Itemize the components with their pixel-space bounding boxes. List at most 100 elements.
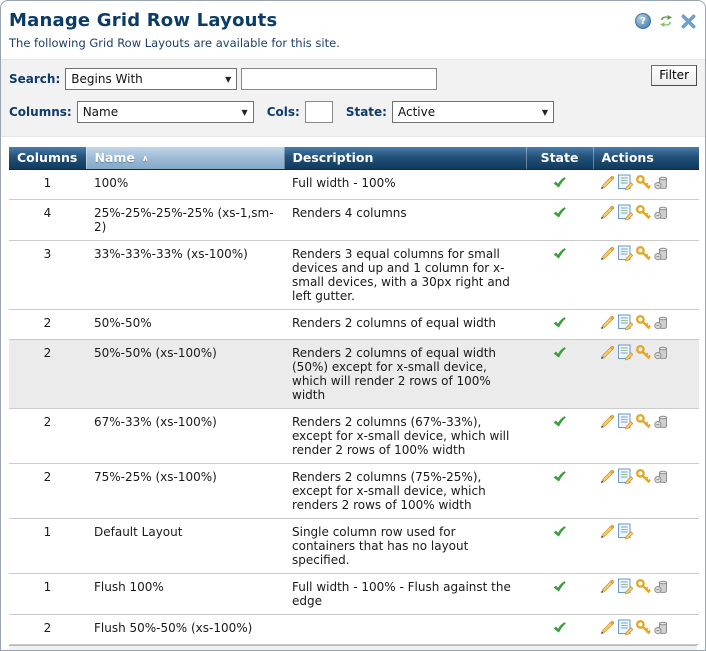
edit-icon[interactable] — [599, 174, 616, 194]
row-name: 50%-50% — [86, 309, 284, 339]
state-active-check-icon — [552, 524, 567, 542]
row-columns-count: 2 — [9, 408, 86, 463]
edit-icon[interactable] — [599, 619, 616, 639]
row-name: 25%-25%-25%-25% (xs-1,sm-2) — [86, 199, 284, 240]
row-description: Renders 2 columns of equal width (50%) e… — [284, 339, 526, 408]
cols-label: Cols: — [267, 105, 300, 119]
cols-input[interactable] — [305, 101, 333, 123]
table-row: 1Flush 100%Full width - 100% - Flush aga… — [9, 573, 699, 614]
state-select[interactable]: Active ▼ — [392, 101, 554, 123]
columns-select-value: Name — [83, 105, 118, 119]
key-icon[interactable] — [635, 468, 652, 488]
details-icon[interactable] — [617, 245, 634, 265]
details-icon[interactable] — [617, 619, 634, 639]
row-description — [284, 614, 526, 644]
delete-icon[interactable] — [653, 578, 670, 598]
edit-icon[interactable] — [599, 245, 616, 265]
edit-icon[interactable] — [599, 578, 616, 598]
table-row: 250%-50%Renders 2 columns of equal width — [9, 309, 699, 339]
row-state — [526, 573, 593, 614]
row-description: Renders 3 equal columns for small device… — [284, 240, 526, 309]
key-icon[interactable] — [635, 413, 652, 433]
column-header-name[interactable]: Name∧ — [86, 147, 284, 169]
row-name: 50%-50% (xs-100%) — [86, 339, 284, 408]
row-columns-count: 2 — [9, 614, 86, 644]
edit-icon[interactable] — [599, 523, 616, 543]
edit-icon[interactable] — [599, 204, 616, 224]
delete-icon[interactable] — [653, 619, 670, 639]
dialog-header: Manage Grid Row Layouts The following Gr… — [1, 1, 705, 50]
row-columns-count: 2 — [9, 339, 86, 408]
row-state — [526, 463, 593, 518]
row-actions — [593, 573, 699, 614]
edit-icon[interactable] — [599, 413, 616, 433]
state-active-check-icon — [552, 246, 567, 264]
edit-icon[interactable] — [599, 468, 616, 488]
row-columns-count: 3 — [9, 240, 86, 309]
row-name: 67%-33% (xs-100%) — [86, 408, 284, 463]
details-icon[interactable] — [617, 578, 634, 598]
help-icon[interactable]: ? — [635, 13, 651, 29]
delete-icon[interactable] — [653, 174, 670, 194]
row-actions — [593, 309, 699, 339]
key-icon[interactable] — [635, 314, 652, 334]
row-state — [526, 240, 593, 309]
row-columns-count: 1 — [9, 573, 86, 614]
row-state — [526, 199, 593, 240]
key-icon[interactable] — [635, 245, 652, 265]
key-icon[interactable] — [635, 344, 652, 364]
row-columns-count: 4 — [9, 199, 86, 240]
row-actions — [593, 408, 699, 463]
row-actions — [593, 199, 699, 240]
search-operator-select[interactable]: Begins With ▼ — [65, 68, 237, 90]
row-description: Renders 2 columns (67%-33%), except for … — [284, 408, 526, 463]
chevron-down-icon: ▼ — [242, 108, 248, 117]
details-icon[interactable] — [617, 204, 634, 224]
details-icon[interactable] — [617, 344, 634, 364]
delete-icon[interactable] — [653, 314, 670, 334]
edit-icon[interactable] — [599, 344, 616, 364]
row-columns-count: 2 — [9, 309, 86, 339]
row-state — [526, 339, 593, 408]
row-actions — [593, 614, 699, 644]
edit-icon[interactable] — [599, 314, 616, 334]
table-row: 333%-33%-33% (xs-100%)Renders 3 equal co… — [9, 240, 699, 309]
key-icon[interactable] — [635, 204, 652, 224]
column-header-description[interactable]: Description — [284, 147, 526, 169]
filter-panel: Search: Begins With ▼ Filter Columns: Na… — [1, 59, 705, 137]
key-icon[interactable] — [635, 174, 652, 194]
filter-button[interactable]: Filter — [651, 65, 697, 86]
key-icon[interactable] — [635, 578, 652, 598]
details-icon[interactable] — [617, 314, 634, 334]
columns-select[interactable]: Name ▼ — [77, 101, 254, 123]
delete-icon[interactable] — [653, 413, 670, 433]
state-active-check-icon — [552, 469, 567, 487]
column-header-columns[interactable]: Columns — [9, 147, 86, 169]
row-name: 75%-25% (xs-100%) — [86, 463, 284, 518]
refresh-icon[interactable] — [658, 13, 674, 29]
search-input[interactable] — [241, 68, 437, 90]
close-icon[interactable] — [681, 14, 696, 29]
row-description: Renders 4 columns — [284, 199, 526, 240]
delete-icon[interactable] — [653, 468, 670, 488]
delete-icon[interactable] — [653, 344, 670, 364]
state-active-check-icon — [552, 579, 567, 597]
column-header-state[interactable]: State — [526, 147, 593, 169]
state-select-value: Active — [398, 105, 435, 119]
details-icon[interactable] — [617, 523, 634, 543]
delete-icon[interactable] — [653, 204, 670, 224]
column-header-actions[interactable]: Actions — [593, 147, 699, 169]
state-active-check-icon — [552, 620, 567, 638]
row-actions — [593, 240, 699, 309]
details-icon[interactable] — [617, 174, 634, 194]
state-active-check-icon — [552, 175, 567, 193]
details-icon[interactable] — [617, 468, 634, 488]
delete-icon[interactable] — [653, 245, 670, 265]
row-description: Full width - 100% - Flush against the ed… — [284, 573, 526, 614]
state-active-check-icon — [552, 205, 567, 223]
key-icon[interactable] — [635, 619, 652, 639]
details-icon[interactable] — [617, 413, 634, 433]
table-row: 425%-25%-25%-25% (xs-1,sm-2)Renders 4 co… — [9, 199, 699, 240]
row-state — [526, 309, 593, 339]
state-active-check-icon — [552, 414, 567, 432]
